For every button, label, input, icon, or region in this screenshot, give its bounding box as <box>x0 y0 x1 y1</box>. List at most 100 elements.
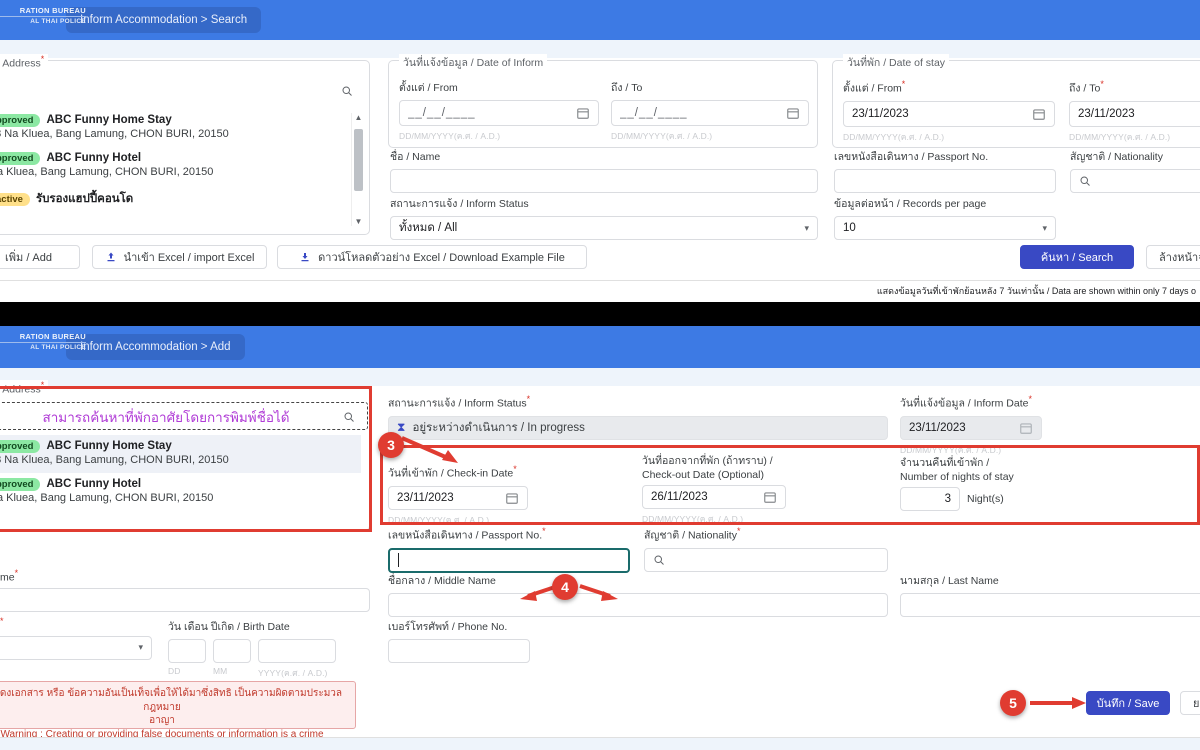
logo-line-2: AL THAI POLICE <box>0 342 86 351</box>
gender-group: * ▾ <box>0 616 152 660</box>
nationality-label: สัญชาติ / Nationality* <box>644 526 741 542</box>
last-name-input[interactable] <box>900 593 1200 617</box>
accommodation-results-list[interactable]: pproved ABC Funny Home Stay 53 Na Kluea, … <box>0 109 361 228</box>
stay-from-hint: DD/MM/YYYY(ค.ศ. / A.D.) <box>843 131 945 142</box>
inform-date-label: วันที่แจ้งข้อมูล / Inform Date* <box>900 394 1033 410</box>
search-button[interactable]: ค้นหา / Search <box>1020 245 1134 269</box>
search-panel: RATION BUREAU AL THAI POLICE Inform Acco… <box>0 0 1200 300</box>
chevron-down-icon[interactable]: ▾ <box>804 223 809 234</box>
name-input[interactable] <box>390 169 818 193</box>
calendar-icon[interactable] <box>1032 107 1046 121</box>
name-label: ชื่อ / Name <box>390 151 441 163</box>
appbar-subbar <box>0 40 1200 58</box>
immigration-bureau-logo: RATION BUREAU AL THAI POLICE <box>0 332 86 351</box>
list-item[interactable]: active รับรองแฮปปี้คอนโด <box>0 185 361 215</box>
list-item[interactable]: pproved ABC Funny Home Stay 53 Na Kluea, … <box>0 109 361 147</box>
inform-status-value: ทั้งหมด / All <box>399 222 458 234</box>
save-button[interactable]: บันทึก / Save <box>1086 691 1170 715</box>
gender-select[interactable]: ▾ <box>0 635 152 660</box>
stay-from-input[interactable]: 23/11/2023 <box>843 100 1055 127</box>
birth-year-hint: YYYY(ค.ศ. / A.D.) <box>258 668 328 678</box>
breadcrumb-add[interactable]: Inform Accommodation > Add <box>66 334 245 360</box>
logo-line-1: RATION BUREAU <box>19 332 86 341</box>
phone-input[interactable] <box>388 639 530 663</box>
list-item[interactable]: pproved ABC Funny Hotel Na Kluea, Bang La… <box>0 147 361 185</box>
logo-line-2: AL THAI POLICE <box>0 16 86 25</box>
import-excel-button[interactable]: นำเข้า Excel / import Excel <box>92 245 267 269</box>
phone-label: เบอร์โทรศัพท์ / Phone No. <box>388 621 508 633</box>
first-name-input[interactable] <box>0 587 370 612</box>
annotation-arrow-3 <box>401 436 458 463</box>
birth-day-input[interactable] <box>168 639 206 663</box>
results-scrollbar[interactable]: ▲ ▼ <box>351 113 365 226</box>
nationality-input[interactable] <box>644 547 888 572</box>
nationality-group: สัญชาติ / Nationality* <box>644 526 888 572</box>
search-icon <box>342 86 352 96</box>
cancel-button-label: ยก <box>1193 698 1200 710</box>
first-name-label: me* <box>0 568 19 584</box>
passport-input[interactable] <box>388 547 630 573</box>
immigration-bureau-logo: RATION BUREAU AL THAI POLICE <box>0 6 86 25</box>
calendar-icon <box>1020 422 1032 434</box>
list-item-name: รับรองแฮปปี้คอนโด <box>35 193 134 205</box>
scrollbar-thumb[interactable] <box>354 129 363 191</box>
stay-from-label: ตั้งแต่ / From* <box>843 79 906 95</box>
add-button[interactable]: เพิ่ม / Add <box>0 245 80 269</box>
passport-input[interactable] <box>834 169 1056 193</box>
birth-month-input[interactable] <box>213 639 251 663</box>
address-fieldset-legend: / Address* <box>0 54 49 70</box>
inform-status-label: สถานะการแจ้ง / Inform Status <box>390 198 529 210</box>
inform-to-hint: DD/MM/YYYY(ค.ศ. / A.D.) <box>611 131 713 141</box>
download-example-label: ดาวน์โหลดตัวอย่าง Excel / Download Examp… <box>318 252 565 264</box>
chevron-down-icon[interactable]: ▾ <box>138 642 143 653</box>
stay-to-input[interactable]: 23/11/2023 <box>1069 100 1200 127</box>
accommodation-search-input[interactable] <box>0 77 361 105</box>
chevron-down-icon[interactable]: ▾ <box>1042 223 1047 234</box>
list-item-name: ABC Funny Hotel <box>46 152 142 164</box>
scroll-down-icon[interactable]: ▼ <box>352 217 365 226</box>
records-per-page-select[interactable]: 10 ▾ <box>834 216 1056 240</box>
upload-icon <box>107 252 115 262</box>
stay-to-value: 23/11/2023 <box>1078 107 1135 120</box>
annotation-marker-3: 3 <box>378 432 404 458</box>
annotation-redbox-dates <box>380 445 1200 525</box>
first-name-group: me* <box>0 568 370 612</box>
nationality-input[interactable] <box>1070 169 1200 193</box>
stay-to-hint: DD/MM/YYYY(ค.ศ. / A.D.) <box>1069 131 1171 142</box>
passport-group: เลขหนังสือเดินทาง / Passport No.* <box>388 526 630 573</box>
download-example-button[interactable]: ดาวน์โหลดตัวอย่าง Excel / Download Examp… <box>277 245 587 269</box>
inform-status-select[interactable]: ทั้งหมด / All ▾ <box>390 216 818 240</box>
nationality-label: สัญชาติ / Nationality <box>1070 151 1163 163</box>
last-name-label: นามสกุล / Last Name <box>900 575 999 587</box>
birth-month-hint: MM <box>213 666 228 676</box>
calendar-icon[interactable] <box>576 106 590 120</box>
search-footnote: แสดงข้อมูลวันที่เข้าพักย้อนหลัง 7 วันเท่… <box>0 280 1200 298</box>
birth-date-group: วัน เดือน ปีเกิด / Birth Date DD MM YYYY… <box>168 618 368 680</box>
inform-to-input[interactable]: __/__/____ <box>611 100 809 126</box>
inform-date-value: 23/11/2023 <box>909 421 966 434</box>
records-per-page-value: 10 <box>843 222 856 234</box>
add-appbar: RATION BUREAU AL THAI POLICE Inform Acco… <box>0 326 1200 368</box>
search-button-label: ค้นหา / Search <box>1040 252 1114 264</box>
address-fieldset: / Address* pproved ABC Funny Home Stay 53… <box>0 54 370 235</box>
list-item-name: ABC Funny Home Stay <box>46 114 172 126</box>
status-badge: active <box>0 193 30 206</box>
inform-from-hint: DD/MM/YYYY(ค.ศ. / A.D.) <box>399 131 501 141</box>
screenshot-root: RATION BUREAU AL THAI POLICE Inform Acco… <box>0 0 1200 750</box>
stay-from-value: 23/11/2023 <box>852 107 909 120</box>
annotation-marker-4: 4 <box>552 574 578 600</box>
passport-group: เลขหนังสือเดินทาง / Passport No. <box>834 148 1056 193</box>
nationality-group: สัญชาติ / Nationality <box>1070 148 1200 193</box>
middle-name-input[interactable] <box>388 593 888 617</box>
inform-status-group: สถานะการแจ้ง / Inform Status ทั้งหมด / A… <box>390 195 818 240</box>
passport-label: เลขหนังสือเดินทาง / Passport No. <box>834 151 989 163</box>
birth-year-input[interactable] <box>258 639 336 663</box>
cancel-button[interactable]: ยก <box>1180 691 1200 715</box>
annotation-arrow-5 <box>1030 697 1086 709</box>
inform-from-input[interactable]: __/__/____ <box>399 100 599 126</box>
calendar-icon[interactable] <box>786 106 800 120</box>
scroll-up-icon[interactable]: ▲ <box>352 113 365 122</box>
breadcrumb-search[interactable]: Inform Accommodation > Search <box>66 7 262 33</box>
search-icon <box>1080 176 1090 186</box>
clear-button[interactable]: ล้างหน้าจ <box>1146 245 1200 269</box>
